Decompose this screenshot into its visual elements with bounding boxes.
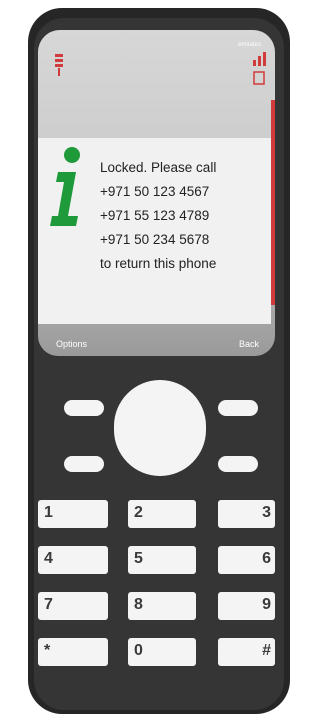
message-line: +971 55 123 4789: [100, 208, 210, 223]
message-line: +971 50 234 5678: [100, 232, 210, 247]
key-2[interactable]: 2: [128, 500, 196, 528]
key-3[interactable]: 3: [218, 500, 275, 528]
lock-message-panel: Locked. Please call +971 50 123 4567 +97…: [38, 138, 271, 324]
key-hash[interactable]: #: [218, 638, 275, 666]
key-7[interactable]: 7: [38, 592, 108, 620]
key-8[interactable]: 8: [128, 592, 196, 620]
options-softkey[interactable]: Options: [56, 339, 87, 349]
info-icon: [50, 147, 80, 226]
left-softkey-button[interactable]: [64, 400, 104, 416]
key-9[interactable]: 9: [218, 592, 275, 620]
key-star[interactable]: *: [38, 638, 108, 666]
key-5[interactable]: 5: [128, 546, 196, 574]
softkey-bar: Options Back: [38, 333, 275, 353]
phone-screen: emirates Locked. Please call +971 50 123…: [38, 30, 275, 356]
back-softkey[interactable]: Back: [239, 339, 259, 349]
battery-icon: [253, 52, 266, 85]
message-line: Locked. Please call: [100, 160, 217, 175]
key-6[interactable]: 6: [218, 546, 275, 574]
center-select-button[interactable]: [114, 380, 206, 476]
carrier-label: emirates: [237, 42, 261, 48]
key-0[interactable]: 0: [128, 638, 196, 666]
right-softkey-button[interactable]: [218, 400, 258, 416]
end-button[interactable]: [218, 456, 258, 472]
signal-status-icon: [55, 54, 63, 76]
call-button[interactable]: [64, 456, 104, 472]
scroll-bar[interactable]: [271, 100, 275, 305]
key-4[interactable]: 4: [38, 546, 108, 574]
key-1[interactable]: 1: [38, 500, 108, 528]
lock-message-text: Locked. Please call +971 50 123 4567 +97…: [100, 156, 216, 276]
message-line: to return this phone: [100, 256, 217, 271]
message-line: +971 50 123 4567: [100, 184, 210, 199]
